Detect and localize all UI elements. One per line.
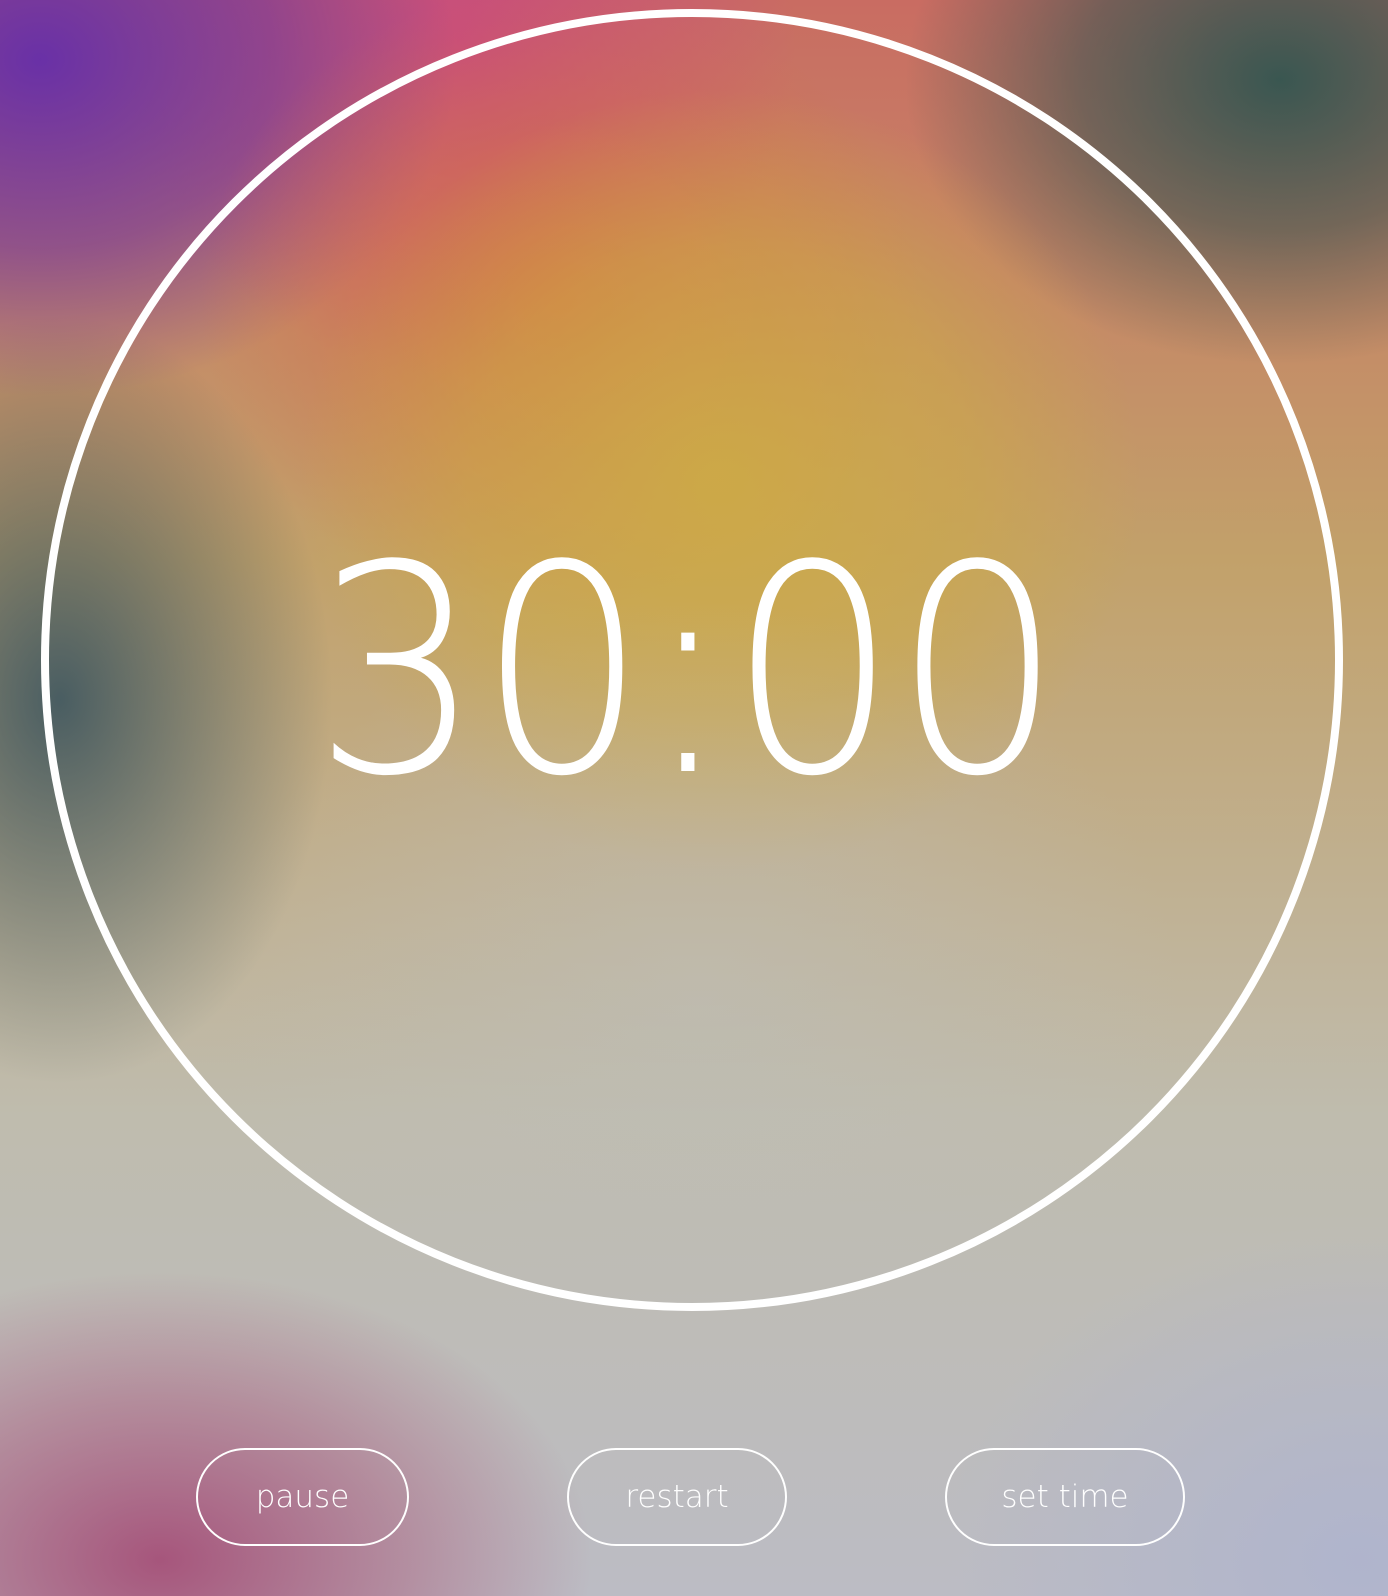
set-time-button[interactable]: set time xyxy=(945,1448,1185,1546)
timer-display: 30:00 xyxy=(313,504,1062,839)
restart-button[interactable]: restart xyxy=(567,1448,787,1546)
pause-button[interactable]: pause xyxy=(196,1448,409,1546)
